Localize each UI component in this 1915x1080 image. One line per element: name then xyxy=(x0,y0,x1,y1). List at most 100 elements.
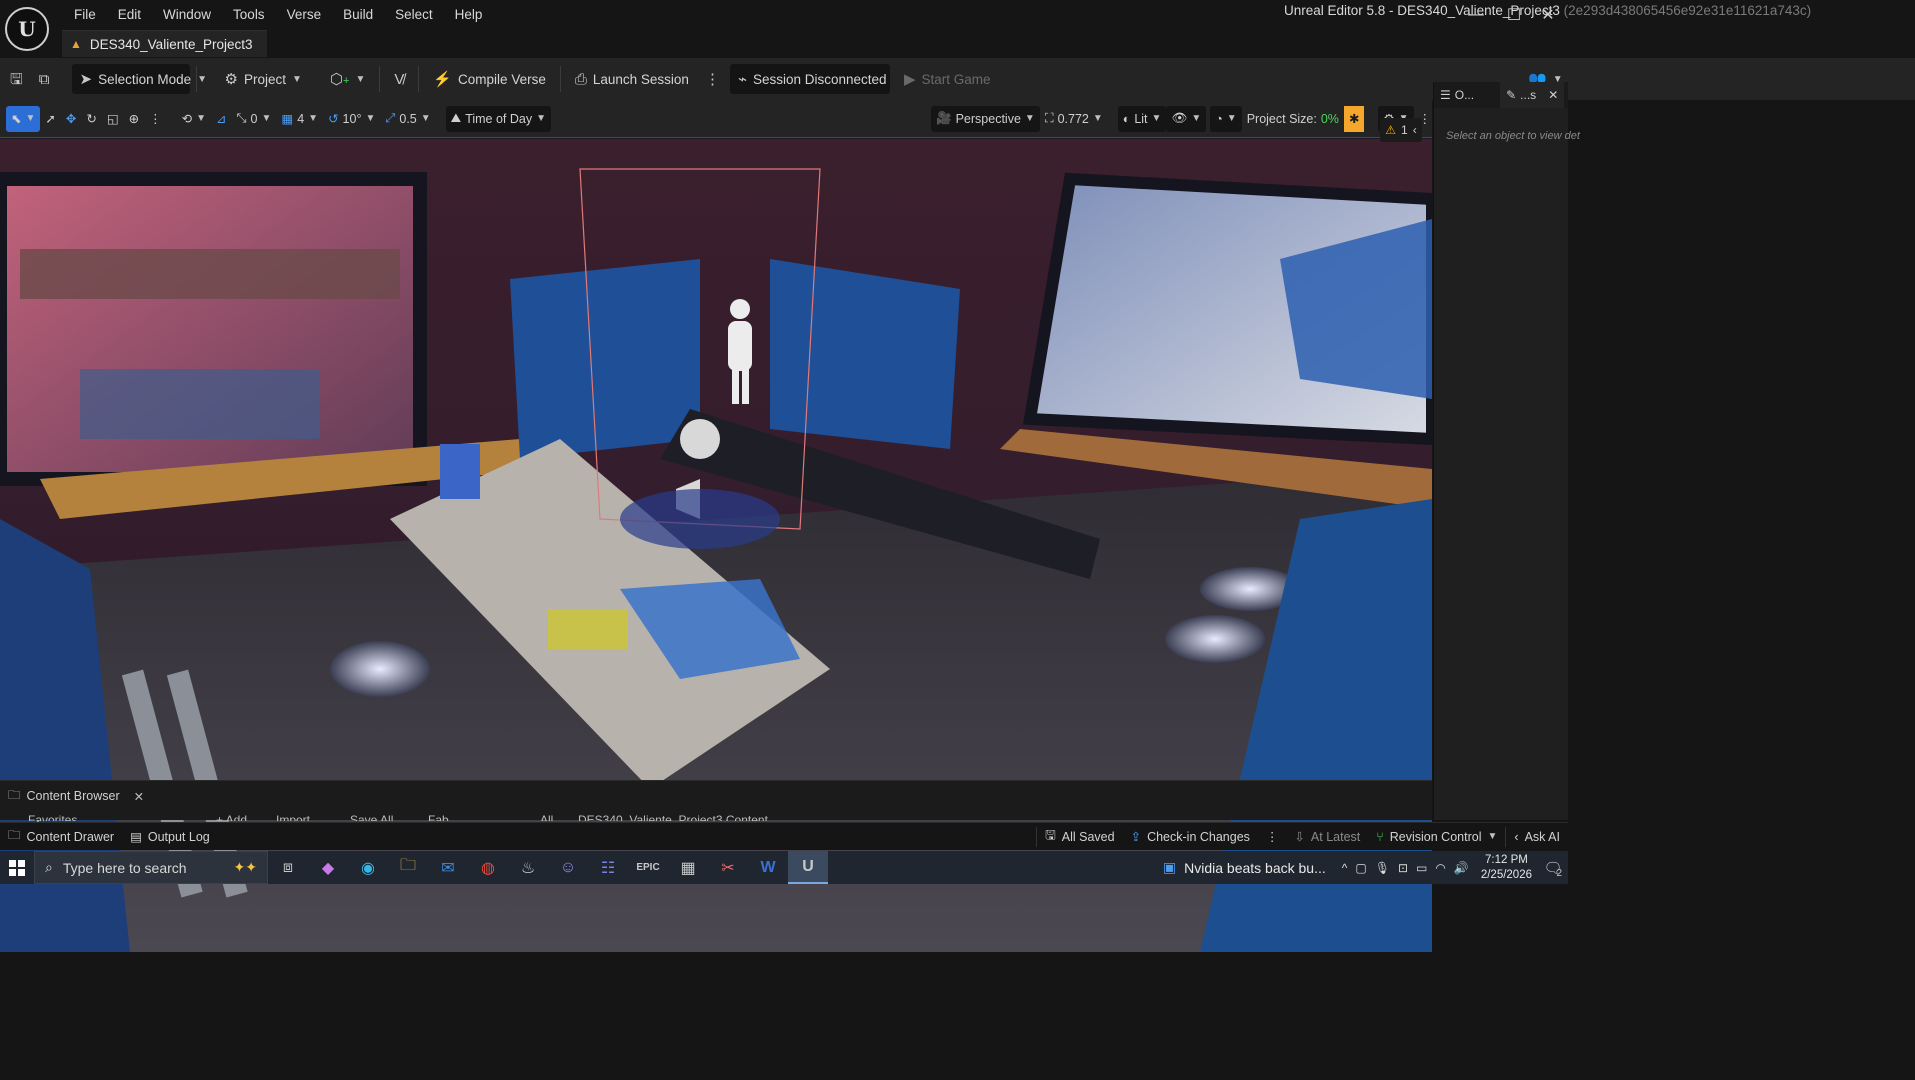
chevron-down-icon: ▼ xyxy=(196,113,207,124)
select-tool-dropdown[interactable]: ⬉ ▼ xyxy=(6,105,41,132)
save-icon[interactable]: 🖫 xyxy=(0,64,31,94)
camera-tray-icon[interactable]: ▢ xyxy=(1355,861,1366,875)
add-actor-dropdown[interactable]: ⬡+ ▼ xyxy=(322,64,373,94)
task-view-icon[interactable]: ⧈ xyxy=(268,851,308,884)
battery-icon[interactable]: ▭ xyxy=(1416,861,1427,875)
project-dropdown[interactable]: ⚙ Project ▼ xyxy=(217,64,310,94)
ask-ai-label: Ask AI xyxy=(1524,829,1560,844)
steam-icon[interactable]: ♨ xyxy=(508,851,548,884)
compile-verse-button[interactable]: ⚡ Compile Verse xyxy=(425,64,553,94)
add-button[interactable]: + Add xyxy=(216,813,247,821)
verse-icon[interactable]: V̸ xyxy=(386,64,412,94)
volume-icon[interactable]: 🔊 xyxy=(1454,861,1469,875)
menu-tools[interactable]: Tools xyxy=(223,5,277,25)
close-button[interactable]: ✕ xyxy=(1526,2,1570,28)
chrome-icon[interactable]: ◍ xyxy=(468,851,508,884)
unreal-editor-taskbar-icon[interactable]: U xyxy=(788,851,828,884)
copilot-app-icon[interactable]: ◆ xyxy=(308,851,348,884)
time-of-day-dropdown[interactable]: ⛰ Time of Day ▼ xyxy=(445,105,552,132)
scale-icon[interactable]: ◱ xyxy=(102,106,124,132)
chevron-up-icon[interactable]: ^ xyxy=(1342,861,1348,875)
document-tab-label: DES340_Valiente_Project3 xyxy=(89,36,253,52)
launch-icon: ⎙ xyxy=(574,70,587,88)
surface-snap-dropdown[interactable]: ⟲ ▼ xyxy=(177,106,211,132)
grid-snap-dropdown[interactable]: ▦ 4 ▼ xyxy=(276,106,323,132)
chevron-down-icon: ▼ xyxy=(1092,113,1103,124)
content-drawer-button[interactable]: 🗀 Content Drawer xyxy=(0,824,122,850)
unreal-logo-icon[interactable]: U xyxy=(5,7,49,51)
menu-select[interactable]: Select xyxy=(385,5,445,25)
revision-control-dropdown[interactable]: ⑂ Revision Control ▼ xyxy=(1368,824,1505,850)
edge-browser-icon[interactable]: ◉ xyxy=(348,851,388,884)
selection-mode-dropdown[interactable]: ➤ Selection Mode ▼ xyxy=(71,64,207,94)
more-options-icon[interactable]: ⋮ xyxy=(697,64,728,94)
details-empty-hint: Select an object to view det xyxy=(1446,130,1580,142)
menu-help[interactable]: Help xyxy=(445,5,495,25)
file-explorer-icon[interactable]: 🗀 xyxy=(388,851,428,884)
more-options-icon[interactable]: ⋮ xyxy=(144,106,167,132)
import-button[interactable]: Import xyxy=(276,813,310,821)
document-tab[interactable]: ▲ DES340_Valiente_Project3 xyxy=(62,30,267,57)
session-status[interactable]: ⌁ Session Disconnected xyxy=(729,64,890,94)
scale-snap-dropdown[interactable]: ⤢ 0.5 ▼ xyxy=(380,106,435,132)
rotate-icon[interactable]: ↻ xyxy=(81,106,101,132)
output-log-button[interactable]: ▤ Output Log xyxy=(122,824,218,850)
start-game-button[interactable]: ▶ Start Game xyxy=(896,64,999,94)
calculator-icon[interactable]: ▦ xyxy=(668,851,708,884)
system-clock[interactable]: 7:12 PM 2/25/2026 xyxy=(1475,853,1538,883)
close-icon[interactable]: ✕ xyxy=(1548,88,1558,102)
status-bar: 🗀 Content Drawer ▤ Output Log 🖫 All Saved ⇪… xyxy=(0,822,1568,850)
scalability-lock-icon[interactable]: ✱ xyxy=(1343,105,1365,132)
grid-snap-toggle-icon[interactable]: ⊿ xyxy=(211,106,231,132)
launch-session-button[interactable]: ⎙ Launch Session xyxy=(567,64,697,94)
epic-games-icon[interactable]: EPIC xyxy=(628,851,668,884)
windows-start-icon[interactable] xyxy=(0,851,34,884)
menu-window[interactable]: Window xyxy=(153,5,223,25)
teams-icon[interactable]: ☷ xyxy=(588,851,628,884)
world-space-icon[interactable]: ⊕ xyxy=(124,106,144,132)
system-tray: ^ ▢ 🎙 ⊡ ▭ ◠ 🔊 xyxy=(1336,861,1475,875)
angle-snap-dropdown[interactable]: ↺ 10° ▼ xyxy=(323,106,380,132)
discord-icon[interactable]: ☺ xyxy=(548,851,588,884)
save-all-button[interactable]: Save All xyxy=(350,813,393,821)
outlook-icon[interactable]: ✉ xyxy=(428,851,468,884)
browse-icon[interactable]: ⧉ xyxy=(31,64,58,94)
warning-indicator[interactable]: ⚠ 1 ‹ xyxy=(1380,118,1422,142)
wifi-icon[interactable]: ◠ xyxy=(1435,861,1445,875)
check-in-changes-button[interactable]: ⇪ Check-in Changes xyxy=(1123,824,1258,850)
display-icon[interactable]: ⊡ xyxy=(1398,861,1408,875)
details-tab[interactable]: ✎ ...s ✕ xyxy=(1500,82,1565,108)
breadcrumb-all[interactable]: All xyxy=(540,813,553,821)
menu-verse[interactable]: Verse xyxy=(277,5,334,25)
view-mode-dropdown[interactable]: ◐ Lit ▼ xyxy=(1117,105,1167,132)
taskbar-search[interactable]: ⌕ Type here to search ✦✦ xyxy=(34,851,268,884)
close-icon[interactable]: ✕ xyxy=(134,789,144,804)
show-flags-dropdown[interactable]: 👁 ▼ xyxy=(1166,105,1207,132)
rotation-snap-dropdown[interactable]: ⤡ 0 ▼ xyxy=(232,106,277,132)
pointer-tool-icon[interactable]: ➚ xyxy=(40,106,60,132)
scale-snap-icon: ⤢ xyxy=(385,111,396,125)
snipping-tool-icon[interactable]: ✂ xyxy=(708,851,748,884)
microphone-icon[interactable]: 🎙 xyxy=(1375,861,1390,875)
all-saved-button[interactable]: 🖫 All Saved xyxy=(1037,824,1122,850)
at-latest-status[interactable]: ⇩ At Latest xyxy=(1286,824,1368,850)
menu-build[interactable]: Build xyxy=(333,5,385,25)
fab-button[interactable]: Fab xyxy=(428,813,449,821)
menu-file[interactable]: File xyxy=(64,5,108,25)
content-browser-tab[interactable]: 🗀 Content Browser ✕ xyxy=(4,785,148,807)
translate-icon[interactable]: ✥ xyxy=(61,106,81,132)
chevron-down-icon: ▼ xyxy=(291,73,302,85)
outliner-tab[interactable]: ☰ O... xyxy=(1434,82,1480,108)
word-icon[interactable]: W xyxy=(748,851,788,884)
breadcrumb-project-content[interactable]: DES340_Valiente_Project3 Content xyxy=(578,813,768,821)
menu-edit[interactable]: Edit xyxy=(108,5,153,25)
notification-center-icon[interactable]: 🗨 2 xyxy=(1538,851,1568,884)
performance-dropdown[interactable]: ◔ ▼ xyxy=(1210,105,1242,132)
news-widget[interactable]: ▣ Nvidia beats back bu... xyxy=(1153,859,1336,876)
all-saved-label: All Saved xyxy=(1061,829,1115,844)
more-options-icon[interactable]: ⋮ xyxy=(1258,824,1287,850)
camera-speed-dropdown[interactable]: ⛶ 0.772 ▼ xyxy=(1040,106,1108,132)
ask-ai-button[interactable]: ‹ Ask AI xyxy=(1506,824,1568,850)
perspective-dropdown[interactable]: 🎥 Perspective ▼ xyxy=(931,105,1040,132)
favorites-label[interactable]: Favorites xyxy=(28,813,77,821)
